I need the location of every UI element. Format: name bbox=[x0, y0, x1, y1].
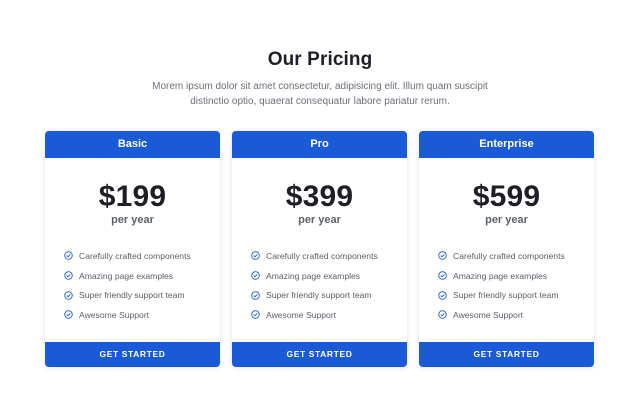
feature-label: Awesome Support bbox=[266, 309, 337, 320]
feature-list: Carefully crafted components Amazing pag… bbox=[419, 246, 594, 325]
check-circle-icon bbox=[251, 271, 260, 280]
page-title: Our Pricing bbox=[267, 49, 373, 70]
feature-item: Carefully crafted components bbox=[251, 246, 407, 266]
plan-price: $399 bbox=[285, 180, 354, 213]
check-circle-icon bbox=[438, 251, 447, 261]
pricing-card-enterprise: Enterprise $599 per year Carefully craft… bbox=[419, 131, 594, 367]
check-circle-icon bbox=[438, 310, 447, 320]
check-circle-icon bbox=[251, 251, 260, 261]
feature-item: Carefully crafted components bbox=[64, 246, 220, 266]
plan-price: $199 bbox=[98, 180, 167, 213]
feature-label: Carefully crafted components bbox=[266, 250, 378, 261]
feature-item: Super friendly support team bbox=[438, 285, 594, 305]
feature-label: Amazing page examples bbox=[453, 270, 548, 281]
feature-label: Carefully crafted components bbox=[453, 250, 565, 261]
page-subtitle: Morem ipsum dolor sit amet consectetur, … bbox=[152, 81, 488, 107]
check-circle-icon bbox=[438, 290, 447, 300]
check-circle-icon bbox=[251, 290, 260, 300]
check-circle-icon bbox=[64, 251, 73, 261]
feature-label: Super friendly support team bbox=[79, 290, 185, 301]
feature-item: Amazing page examples bbox=[438, 266, 594, 286]
get-started-button[interactable]: GET STARTED bbox=[232, 342, 407, 367]
feature-item: Carefully crafted components bbox=[438, 246, 594, 266]
check-circle-icon bbox=[438, 271, 447, 280]
feature-label: Super friendly support team bbox=[453, 290, 559, 301]
feature-item: Super friendly support team bbox=[64, 285, 220, 305]
feature-item: Super friendly support team bbox=[251, 285, 407, 305]
feature-label: Awesome Support bbox=[79, 309, 150, 320]
plan-name: Enterprise bbox=[419, 131, 594, 158]
get-started-button[interactable]: GET STARTED bbox=[419, 342, 594, 367]
plan-period: per year bbox=[298, 214, 341, 226]
check-circle-icon bbox=[251, 310, 260, 320]
plan-period: per year bbox=[111, 214, 154, 226]
get-started-button[interactable]: GET STARTED bbox=[45, 342, 220, 367]
pricing-card-pro: Pro $399 per year Carefully crafted comp… bbox=[232, 131, 407, 367]
feature-label: Amazing page examples bbox=[266, 270, 361, 281]
check-circle-icon bbox=[64, 290, 73, 300]
feature-item: Awesome Support bbox=[251, 305, 407, 325]
feature-item: Awesome Support bbox=[64, 305, 220, 325]
feature-label: Amazing page examples bbox=[79, 270, 174, 281]
check-circle-icon bbox=[64, 271, 73, 280]
feature-item: Awesome Support bbox=[438, 305, 594, 325]
feature-item: Amazing page examples bbox=[251, 266, 407, 286]
plan-price: $599 bbox=[472, 180, 541, 213]
pricing-card-basic: Basic $199 per year Carefully crafted co… bbox=[45, 131, 220, 367]
feature-list: Carefully crafted components Amazing pag… bbox=[45, 246, 220, 325]
feature-label: Carefully crafted components bbox=[79, 250, 191, 261]
feature-label: Awesome Support bbox=[453, 309, 524, 320]
plan-name: Basic bbox=[45, 131, 220, 158]
feature-list: Carefully crafted components Amazing pag… bbox=[232, 246, 407, 325]
feature-item: Amazing page examples bbox=[64, 266, 220, 286]
plan-name: Pro bbox=[232, 131, 407, 158]
feature-label: Super friendly support team bbox=[266, 290, 372, 301]
check-circle-icon bbox=[64, 310, 73, 320]
plan-period: per year bbox=[485, 214, 528, 226]
